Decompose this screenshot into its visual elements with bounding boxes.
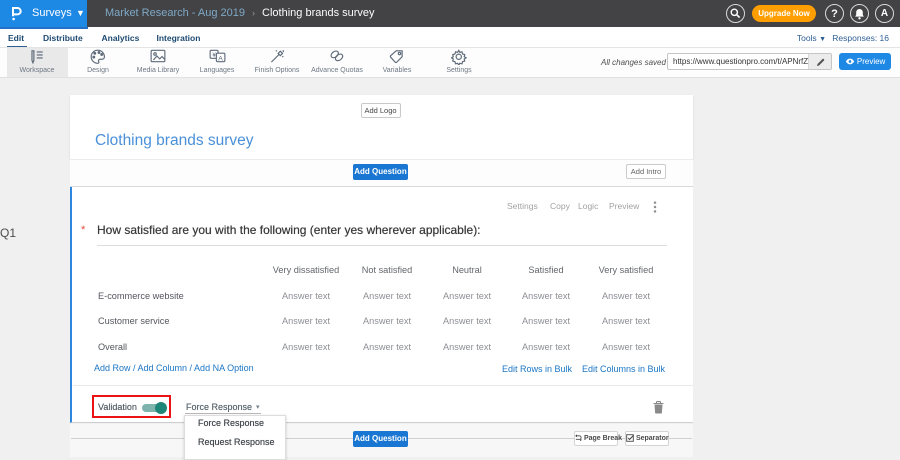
svg-text:¥: ¥: [212, 52, 216, 59]
svg-text:A: A: [218, 55, 223, 62]
